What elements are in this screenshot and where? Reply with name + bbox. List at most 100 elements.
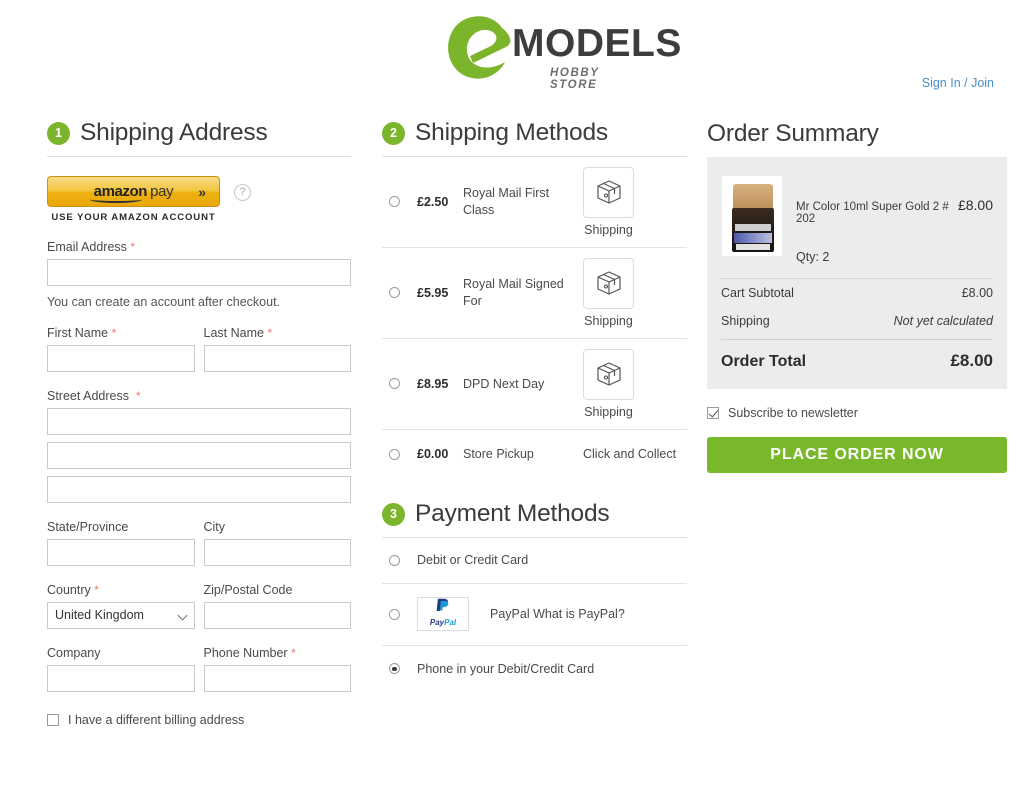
- city-label: City: [203, 519, 226, 534]
- email-field-group: Email Address * You can create an accoun…: [47, 240, 351, 309]
- company-phone-row: Company Phone Number *: [47, 646, 351, 692]
- shipping-option-row[interactable]: £5.95 Royal Mail Signed For Shipping: [382, 248, 687, 339]
- payment-methods-heading: 3 Payment Methods: [382, 500, 687, 537]
- payment-option-label: Debit or Credit Card: [417, 553, 529, 568]
- order-item-price: £8.00: [957, 197, 993, 213]
- newsletter-checkbox-row[interactable]: Subscribe to newsletter: [707, 406, 1007, 420]
- amazon-pay-row: amazon pay » USE YOUR AMAZON ACCOUNT ?: [47, 175, 351, 223]
- place-order-button[interactable]: PLACE ORDER NOW: [707, 437, 1007, 473]
- email-input[interactable]: [47, 258, 351, 286]
- amazon-pay-button[interactable]: amazon pay »: [47, 175, 220, 207]
- state-input[interactable]: [47, 538, 195, 566]
- chevron-right-icon: »: [198, 183, 206, 200]
- company-label: Company: [47, 645, 101, 660]
- order-total-value: £8.00: [950, 351, 993, 370]
- phone-input[interactable]: [203, 664, 351, 692]
- payment-option-row[interactable]: Phone in your Debit/Credit Card: [382, 646, 687, 692]
- shipping-option-carrier: Shipping: [584, 313, 633, 328]
- billing-address-checkbox-row[interactable]: I have a different billing address: [47, 713, 351, 727]
- last-name-label: Last Name *: [203, 325, 273, 340]
- street-address-input-1[interactable]: [47, 407, 351, 435]
- required-marker: *: [130, 239, 136, 254]
- checkout-page: MODELS HOBBY STORE Sign In / Join 1 Ship…: [0, 0, 1024, 789]
- paint-jar-label-bottom: [736, 244, 770, 250]
- shipping-option-price: £0.00: [417, 447, 449, 462]
- shipping-option-row[interactable]: £2.50 Royal Mail First Class Shipping: [382, 157, 687, 248]
- shipping-option-carrier: Shipping: [584, 222, 633, 237]
- street-address-input-3[interactable]: [47, 475, 351, 503]
- summary-line-label: Shipping: [721, 314, 770, 328]
- shipping-address-column: 1 Shipping Address amazon pay » USE YOUR…: [47, 119, 351, 727]
- step-badge-2: 2: [382, 121, 405, 145]
- street-address-input-2[interactable]: [47, 441, 351, 469]
- step-badge-1: 1: [47, 121, 70, 145]
- zip-group: Zip/Postal Code: [203, 583, 351, 629]
- shipping-option-carrier-block: Shipping: [583, 257, 634, 328]
- shipping-option-name: Royal Mail Signed For: [463, 277, 564, 308]
- logo-tagline: HOBBY STORE: [550, 67, 600, 91]
- payment-option-row[interactable]: PayPal PayPal What is PayPal?: [382, 584, 687, 646]
- email-label: Email Address *: [47, 239, 136, 254]
- order-item-name-row: Mr Color 10ml Super Gold 2 # 202 £8.00: [796, 197, 993, 225]
- shipping-option-radio[interactable]: [389, 378, 400, 390]
- payment-option-radio[interactable]: [389, 663, 400, 675]
- summary-line-shipping: Shipping Not yet calculated: [721, 307, 993, 335]
- step-badge-3: 3: [382, 502, 405, 526]
- package-box-icon: [583, 257, 634, 309]
- billing-address-checkbox-label: I have a different billing address: [68, 712, 245, 727]
- phone-label: Phone Number *: [203, 645, 296, 660]
- shipping-address-heading: 1 Shipping Address: [47, 119, 351, 156]
- logo-wordmark: MODELS: [512, 22, 682, 65]
- summary-line-label: Cart Subtotal: [721, 286, 794, 300]
- company-group: Company: [47, 646, 195, 692]
- amazon-pay-subtitle: USE YOUR AMAZON ACCOUNT: [51, 211, 216, 223]
- package-box-icon: [583, 166, 634, 218]
- payment-option-radio[interactable]: [389, 608, 400, 620]
- country-select[interactable]: United Kingdom: [47, 601, 195, 629]
- payment-option-row[interactable]: Debit or Credit Card: [382, 538, 687, 584]
- shipping-option-price: £5.95: [417, 285, 449, 300]
- sign-in-join-link[interactable]: Sign In / Join: [922, 76, 994, 90]
- order-item: Mr Color 10ml Super Gold 2 # 202 £8.00 Q…: [721, 175, 993, 264]
- summary-line-subtotal: Cart Subtotal £8.00: [721, 279, 993, 307]
- state-group: State/Province: [47, 520, 195, 566]
- summary-order-total: Order Total £8.00: [721, 339, 993, 375]
- zip-input[interactable]: [203, 601, 351, 629]
- shipping-option-carrier-block: Shipping: [583, 348, 634, 419]
- shipping-option-carrier: Click and Collect: [583, 447, 677, 462]
- site-logo[interactable]: MODELS HOBBY STORE: [440, 6, 681, 91]
- shipping-option-row[interactable]: £0.00 Store Pickup Click and Collect: [382, 430, 687, 479]
- company-input[interactable]: [47, 664, 195, 692]
- order-summary-column: Order Summary Mr Color 10ml Super Gold 2…: [707, 120, 1007, 473]
- shipping-option-carrier-block: Shipping: [583, 166, 634, 237]
- street-address-label: Street Address *: [47, 388, 141, 403]
- section-divider: [47, 155, 351, 157]
- state-city-row: State/Province City: [47, 520, 351, 566]
- street-address-group: Street Address *: [47, 389, 351, 503]
- help-icon[interactable]: ?: [234, 183, 251, 201]
- order-summary-title: Order Summary: [707, 120, 879, 147]
- billing-address-checkbox[interactable]: [47, 713, 59, 726]
- order-item-qty: Qty: 2: [796, 250, 830, 264]
- shipping-address-title: Shipping Address: [80, 119, 268, 146]
- shipping-methods-title: Shipping Methods: [415, 119, 608, 146]
- name-row: First Name * Last Name *: [47, 326, 351, 372]
- shipping-option-carrier: Shipping: [584, 404, 633, 419]
- shipping-option-radio[interactable]: [389, 448, 400, 460]
- shipping-option-name: Royal Mail First Class: [463, 186, 550, 217]
- amazon-smile-icon: [90, 196, 142, 203]
- payment-option-radio[interactable]: [389, 554, 400, 566]
- newsletter-checkbox[interactable]: [707, 407, 719, 419]
- first-name-group: First Name *: [47, 326, 195, 372]
- shipping-option-radio[interactable]: [389, 196, 400, 208]
- first-name-input[interactable]: [47, 344, 195, 372]
- shipping-option-row[interactable]: £8.95 DPD Next Day Shipping: [382, 339, 687, 430]
- shipping-option-price: £8.95: [417, 376, 449, 391]
- first-name-label: First Name *: [47, 325, 117, 340]
- state-label: State/Province: [47, 519, 129, 534]
- last-name-input[interactable]: [203, 344, 351, 372]
- product-thumbnail: [721, 175, 783, 257]
- order-summary-box: Mr Color 10ml Super Gold 2 # 202 £8.00 Q…: [707, 157, 1007, 389]
- shipping-option-radio[interactable]: [389, 287, 400, 299]
- city-input[interactable]: [203, 538, 351, 566]
